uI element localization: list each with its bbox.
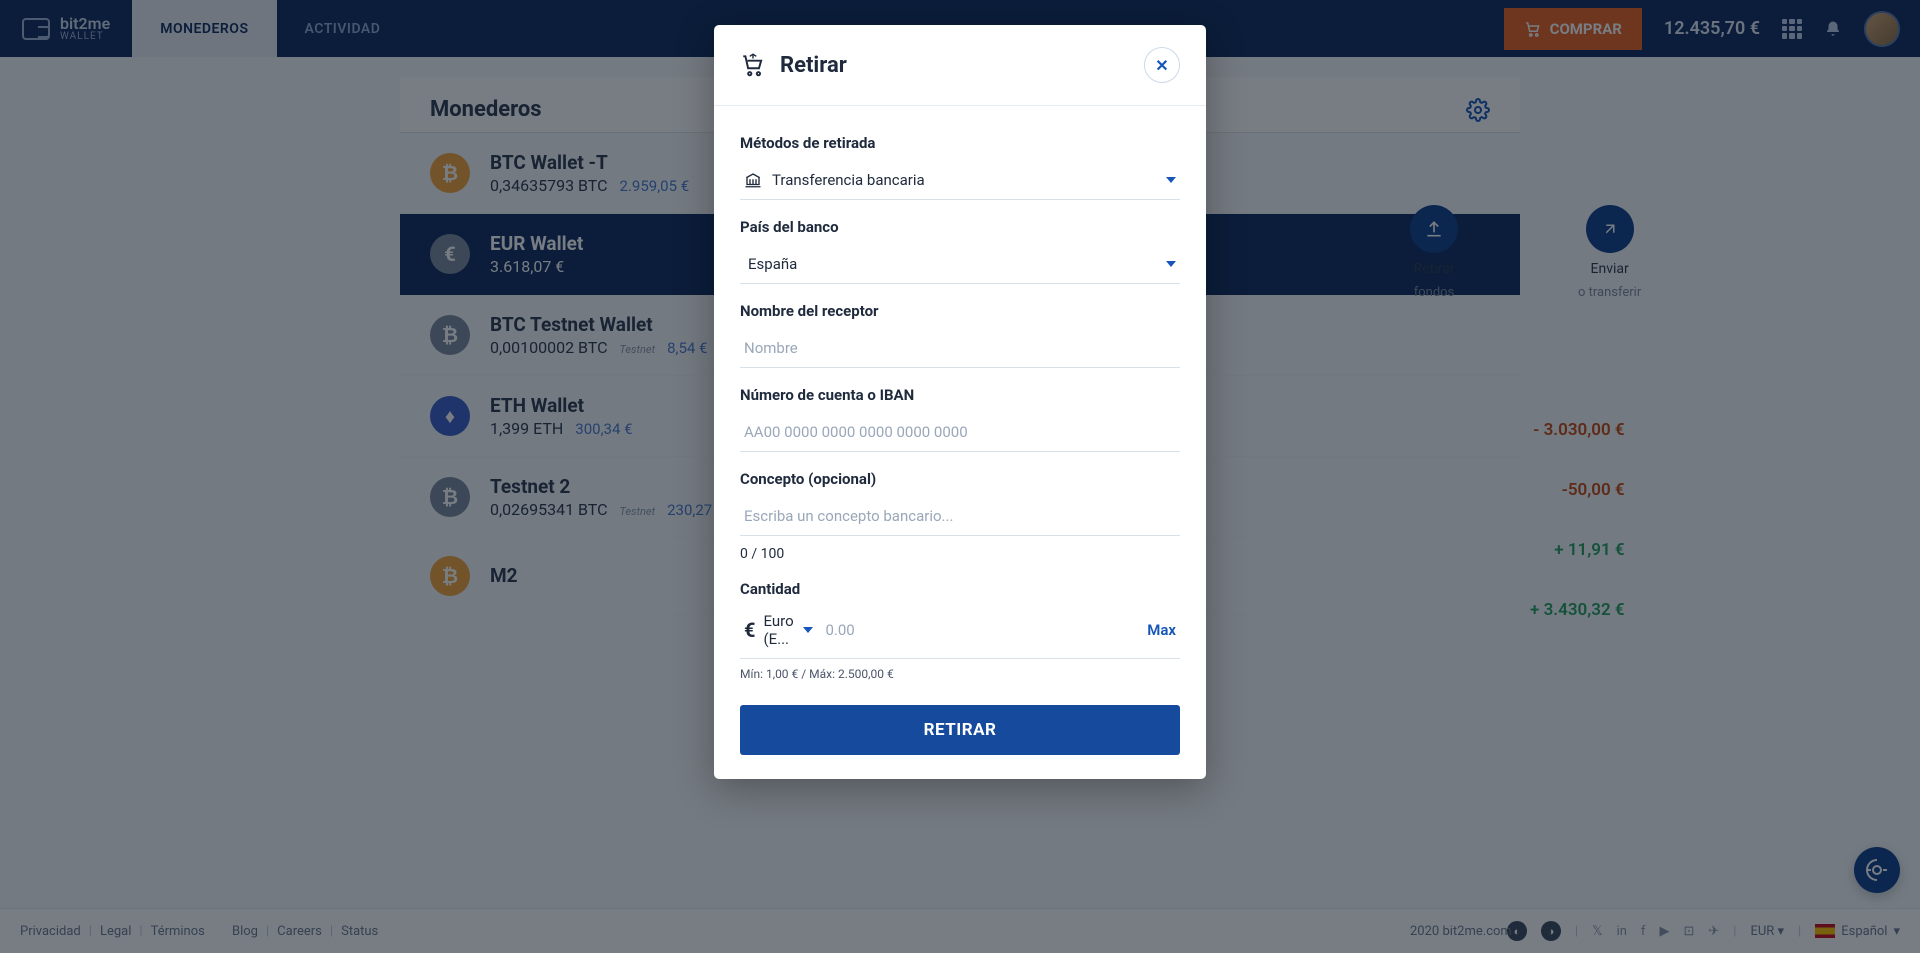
chevron-down-icon [1166, 261, 1176, 267]
chevron-down-icon [1166, 177, 1176, 183]
receiver-label: Nombre del receptor [740, 302, 1180, 320]
iban-label: Número de cuenta o IBAN [740, 386, 1180, 404]
country-select[interactable]: España [740, 244, 1180, 284]
method-select[interactable]: Transferencia bancaria [740, 160, 1180, 200]
iban-input[interactable] [744, 423, 1176, 441]
cart-icon [740, 52, 766, 78]
euro-icon: € [744, 618, 755, 642]
concept-counter: 0 / 100 [740, 546, 1180, 562]
concept-input[interactable] [744, 507, 1176, 525]
method-label: Métodos de retirada [740, 134, 1180, 152]
currency-select[interactable]: € Euro (E... [744, 612, 813, 648]
withdraw-modal: Retirar ✕ Métodos de retirada Transferen… [714, 25, 1206, 779]
qty-label: Cantidad [740, 580, 1180, 598]
limits-text: Mín: 1,00 € / Máx: 2.500,00 € [740, 667, 1180, 681]
amount-input[interactable] [825, 621, 1135, 639]
bank-icon [744, 171, 762, 189]
receiver-input[interactable] [744, 339, 1176, 357]
chevron-down-icon [803, 627, 813, 633]
concept-label: Concepto (opcional) [740, 470, 1180, 488]
max-button[interactable]: Max [1147, 621, 1176, 639]
country-label: País del banco [740, 218, 1180, 236]
modal-title: Retirar [780, 53, 847, 78]
close-button[interactable]: ✕ [1144, 47, 1180, 83]
submit-withdraw-button[interactable]: RETIRAR [740, 705, 1180, 755]
